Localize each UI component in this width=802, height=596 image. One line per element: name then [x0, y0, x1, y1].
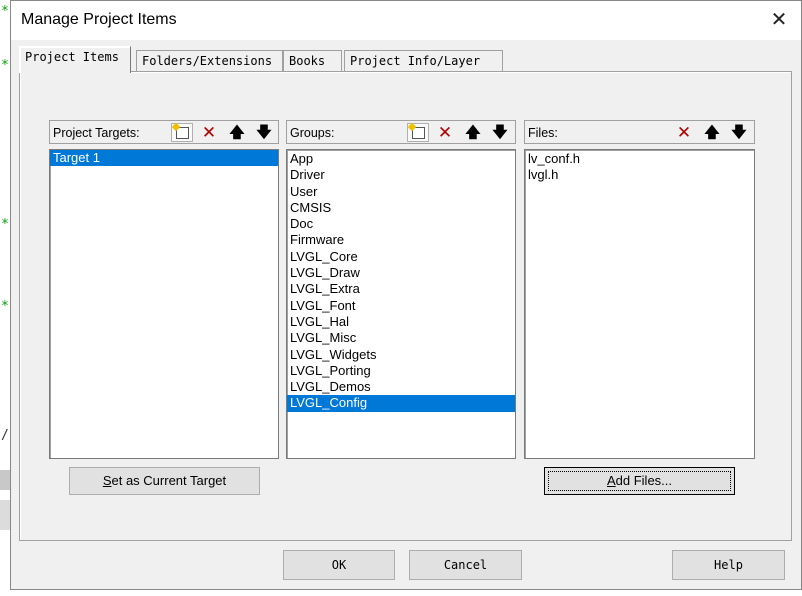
new-item-icon[interactable] [171, 123, 193, 142]
editor-status [0, 500, 10, 530]
manage-project-items-dialog: Manage Project Items ✕ Project Items Fol… [10, 0, 802, 590]
tab-books[interactable]: Books [283, 50, 342, 72]
background-editor: * * * * / [0, 0, 10, 596]
close-icon[interactable]: ✕ [765, 7, 793, 33]
list-item[interactable]: Doc [287, 216, 515, 232]
files-header: Files: ✕ 🡅 🡇 [524, 120, 755, 144]
list-item[interactable]: LVGL_Extra [287, 281, 515, 297]
tab-folders-extensions[interactable]: Folders/Extensions [136, 50, 283, 72]
move-down-icon[interactable]: 🡇 [253, 123, 275, 142]
project-targets-label: Project Targets: [53, 126, 140, 140]
tab-project-info-layer[interactable]: Project Info/Layer [344, 50, 503, 72]
move-up-icon[interactable]: 🡅 [701, 123, 723, 142]
list-item[interactable]: LVGL_Font [287, 298, 515, 314]
editor-mark: / [1, 428, 9, 443]
project-targets-header: Project Targets: ✕ 🡅 🡇 [49, 120, 279, 144]
project-items-page: Project Targets: ✕ 🡅 🡇 Target 1 Groups: … [19, 71, 792, 541]
list-item[interactable]: App [287, 151, 515, 167]
list-item[interactable]: LVGL_Core [287, 249, 515, 265]
editor-mark: * [1, 217, 9, 232]
list-item[interactable]: Driver [287, 167, 515, 183]
dialog-title: Manage Project Items [21, 11, 177, 28]
editor-mark: * [1, 299, 9, 314]
move-down-icon[interactable]: 🡇 [489, 123, 511, 142]
list-item[interactable]: lvgl.h [525, 167, 754, 183]
list-item[interactable]: LVGL_Demos [287, 379, 515, 395]
list-item[interactable]: LVGL_Config [287, 395, 515, 412]
list-item[interactable]: lv_conf.h [525, 151, 754, 167]
help-button[interactable]: Help [672, 550, 785, 580]
files-list[interactable]: lv_conf.h lvgl.h [524, 149, 755, 459]
list-item[interactable]: CMSIS [287, 200, 515, 216]
delete-icon[interactable]: ✕ [673, 123, 695, 142]
move-up-icon[interactable]: 🡅 [462, 123, 484, 142]
list-item[interactable]: User [287, 184, 515, 200]
move-down-icon[interactable]: 🡇 [728, 123, 750, 142]
list-item[interactable]: LVGL_Widgets [287, 347, 515, 363]
files-label: Files: [528, 126, 558, 140]
editor-scrollbar [0, 470, 10, 490]
set-as-current-target-button[interactable]: Set as Current Target [69, 467, 260, 495]
project-targets-list[interactable]: Target 1 [49, 149, 279, 459]
tab-project-items[interactable]: Project Items [19, 46, 131, 73]
groups-label: Groups: [290, 126, 335, 140]
delete-icon[interactable]: ✕ [434, 123, 456, 142]
list-item[interactable]: LVGL_Misc [287, 330, 515, 346]
move-up-icon[interactable]: 🡅 [226, 123, 248, 142]
editor-mark: * [1, 4, 9, 19]
ok-button[interactable]: OK [283, 550, 395, 580]
list-item[interactable]: Target 1 [50, 150, 278, 167]
list-item[interactable]: LVGL_Hal [287, 314, 515, 330]
new-item-icon[interactable] [407, 123, 429, 142]
cancel-button[interactable]: Cancel [409, 550, 522, 580]
groups-list[interactable]: App Driver User CMSIS Doc Firmware LVGL_… [286, 149, 516, 459]
editor-mark: * [1, 58, 9, 73]
groups-header: Groups: ✕ 🡅 🡇 [286, 120, 516, 144]
add-files-button[interactable]: Add Files... [544, 467, 735, 495]
delete-icon[interactable]: ✕ [198, 123, 220, 142]
list-item[interactable]: LVGL_Draw [287, 265, 515, 281]
list-item[interactable]: Firmware [287, 232, 515, 248]
title-bar: Manage Project Items ✕ [11, 1, 801, 40]
list-item[interactable]: LVGL_Porting [287, 363, 515, 379]
